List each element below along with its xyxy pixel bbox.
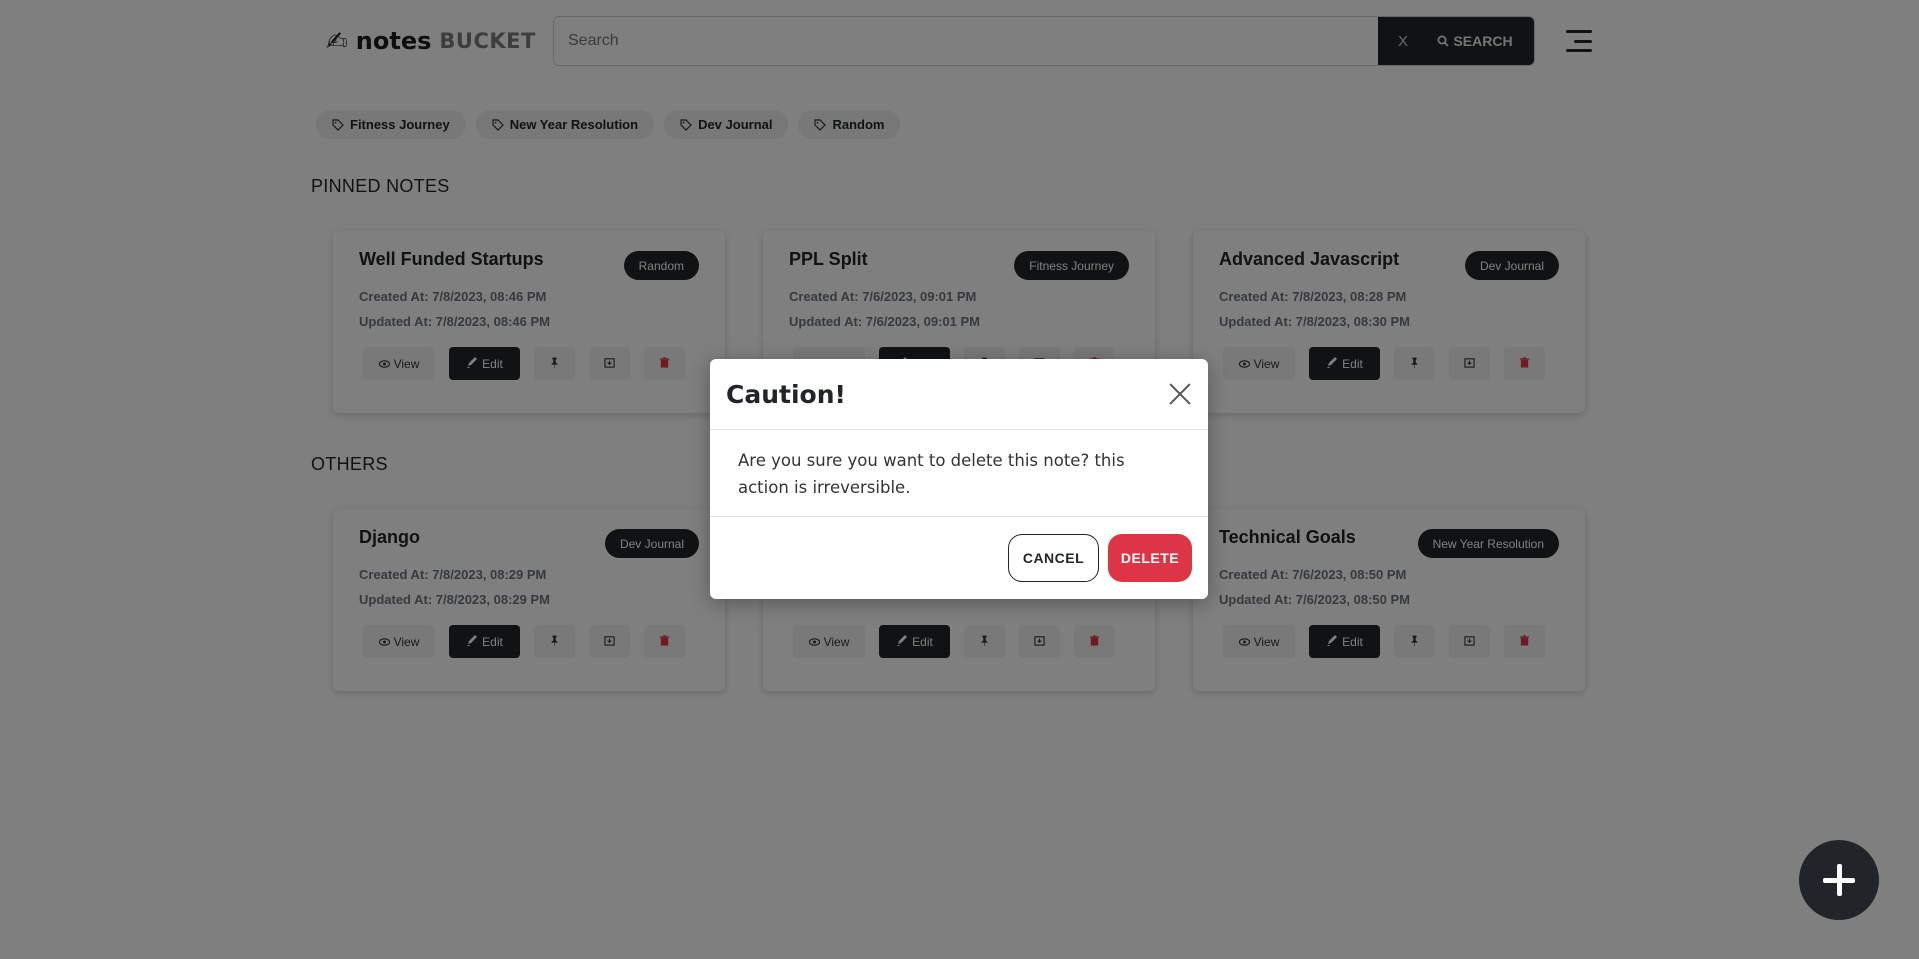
modal-header: Caution! [710,359,1208,430]
modal-title: Caution! [726,379,846,409]
add-note-button[interactable] [1799,840,1879,920]
close-icon[interactable] [1168,382,1192,406]
delete-confirm-modal: Caution! Are you sure you want to delete… [710,359,1208,599]
cancel-button[interactable]: CANCEL [1008,534,1099,582]
modal-footer: CANCEL DELETE [710,517,1208,599]
modal-message: Are you sure you want to delete this not… [710,430,1208,517]
delete-button[interactable]: DELETE [1108,534,1192,582]
